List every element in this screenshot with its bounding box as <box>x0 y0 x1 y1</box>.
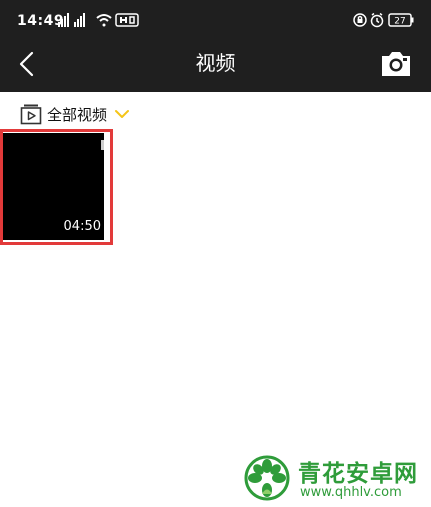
status-bar: 14:49 27 <box>0 0 431 36</box>
hd-icon <box>115 13 139 27</box>
album-icon <box>20 104 42 125</box>
watermark-name: 青花安卓网 <box>298 461 418 487</box>
video-thumbnail[interactable]: 04:50 <box>3 133 104 240</box>
watermark: 青花安卓网 www.qhhlv.com <box>244 453 426 503</box>
wifi-icon <box>96 14 112 27</box>
battery-icon: 27 <box>388 13 414 27</box>
video-duration: 04:50 <box>63 219 101 234</box>
thumbnail-edge-mark <box>101 140 104 150</box>
chevron-down-icon <box>115 110 130 118</box>
camera-button[interactable] <box>379 48 413 80</box>
watermark-url: www.qhhlv.com <box>300 485 402 500</box>
camera-icon <box>382 52 410 76</box>
screen: 14:49 27 视频 全部视频 04:50 青花安卓网 www.qhhlv.c… <box>0 0 431 507</box>
page-title: 视频 <box>195 51 236 75</box>
lock-icon <box>353 13 367 27</box>
status-right-icons: 27 <box>353 12 415 28</box>
album-filter-dropdown[interactable]: 全部视频 <box>20 100 130 128</box>
signal-icon <box>58 13 69 27</box>
filter-label: 全部视频 <box>47 105 108 124</box>
signal-icon <box>74 13 85 27</box>
toolbar: 视频 <box>0 36 431 92</box>
alarm-icon <box>370 12 384 28</box>
watermark-logo-icon <box>244 455 290 501</box>
battery-level: 27 <box>394 17 405 27</box>
status-left-icons <box>58 12 140 28</box>
